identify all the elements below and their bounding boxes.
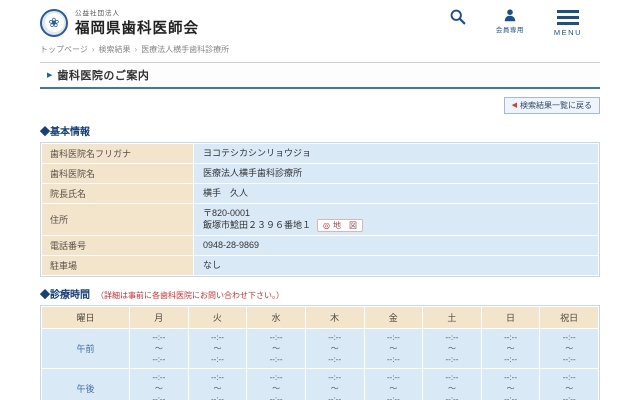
column-header: 木 [304, 305, 365, 329]
column-header: 日 [480, 305, 541, 329]
org-logo-icon: ❀ [40, 8, 68, 37]
row-label-afternoon: 午後 [41, 367, 130, 400]
basic-info-heading: ◆基本情報 [40, 126, 90, 138]
postal-code: 〒820-0001 [203, 207, 251, 218]
hours-cell: --:-- ～ --:-- [304, 367, 365, 400]
member-person-icon [504, 9, 516, 22]
breadcrumb-home[interactable]: トップページ [40, 44, 88, 55]
hours-cell: --:-- ～ --:-- [129, 327, 189, 369]
member-area-label: 会員専用 [495, 27, 524, 34]
org-name-title: 福岡県歯科医師会 [75, 21, 199, 37]
hours-cell: --:-- ～ --:-- [129, 367, 189, 400]
row-label: 歯科医院名フリガナ [41, 142, 194, 164]
back-to-results-button[interactable]: ◀ 検索結果一覧に戻る [503, 96, 600, 114]
menu-button[interactable]: MENU [554, 8, 582, 37]
hamburger-menu-icon [556, 8, 579, 25]
page-container: ❀ 公益社団法人 福岡県歯科医師会 会員専用 MENU トップページ › 検索結… [40, 0, 600, 400]
map-button[interactable]: ◎ 地 図 [317, 218, 363, 232]
hours-cell: --:-- ～ --:-- [480, 367, 541, 400]
back-button-row: ◀ 検索結果一覧に戻る [40, 94, 600, 114]
table-row: 歯科医院名 医療法人横手歯科診療所 [41, 162, 599, 184]
street-address: 飯塚市鯰田２３９６番地１ [203, 220, 312, 230]
clinic-furigana-value: ヨコテシカシンリョウジョ [193, 142, 599, 164]
table-row: 住所 〒820-0001 飯塚市鯰田２３９６番地１ ◎ 地 図 [41, 202, 599, 236]
page-title-bar: ▶ 歯科医院のご案内 [40, 62, 600, 89]
address-value: 〒820-0001 飯塚市鯰田２３９６番地１ ◎ 地 図 [193, 202, 599, 236]
row-label: 院長氏名 [41, 182, 194, 204]
hours-cell: --:-- ～ --:-- [187, 367, 248, 400]
site-header: ❀ 公益社団法人 福岡県歯科医師会 会員専用 MENU [40, 0, 600, 38]
basic-info-table: 歯科医院名フリガナ ヨコテシカシンリョウジョ 歯科医院名 医療法人横手歯科診療所… [40, 141, 600, 277]
morning-hours-row: 午前 --:-- ～ --:-- --:-- ～ --:-- --:-- ～ -… [41, 327, 599, 369]
hours-header-row: 曜日 月 火 水 木 金 土 日 祝日 [41, 305, 599, 329]
brand-text: 公益社団法人 福岡県歯科医師会 [75, 7, 199, 38]
map-button-label: 地 図 [333, 220, 357, 230]
column-header: 水 [246, 305, 306, 329]
member-area-button[interactable]: 会員専用 [496, 8, 524, 34]
search-icon [450, 9, 466, 25]
org-type-label: 公益社団法人 [75, 10, 120, 17]
row-label: 電話番号 [41, 234, 194, 256]
phone-number-value: 0948-28-9869 [193, 234, 599, 256]
column-header: 火 [187, 305, 248, 329]
afternoon-hours-row: 午後 --:-- ～ --:-- --:-- ～ --:-- --:-- ～ -… [41, 367, 599, 400]
row-label: 歯科医院名 [41, 162, 194, 184]
director-name-value: 横手 久人 [193, 182, 599, 204]
column-header: 土 [422, 305, 482, 329]
menu-label: MENU [553, 28, 582, 37]
brand-home-link[interactable]: ❀ 公益社団法人 福岡県歯科医師会 [40, 7, 199, 38]
table-row: 駐車場 なし [41, 254, 599, 276]
hours-cell: --:-- ～ --:-- [246, 327, 306, 369]
hours-note: （詳細は事前に各歯科医院にお問い合わせ下さい。） [96, 290, 284, 300]
map-target-icon: ◎ [323, 220, 330, 230]
breadcrumb: トップページ › 検索結果 › 医療法人横手歯科診療所 [40, 44, 600, 55]
clinic-name-value: 医療法人横手歯科診療所 [193, 162, 599, 184]
column-header: 金 [363, 305, 424, 329]
hours-cell: --:-- ～ --:-- [187, 327, 248, 369]
hours-cell: --:-- ～ --:-- [539, 367, 599, 400]
hours-cell: --:-- ～ --:-- [363, 327, 424, 369]
breadcrumb-current-page: 医療法人横手歯科診療所 [141, 45, 230, 54]
column-header: 曜日 [41, 305, 130, 329]
row-label-morning: 午前 [41, 327, 130, 369]
hours-cell: --:-- ～ --:-- [539, 327, 599, 369]
hours-cell: --:-- ～ --:-- [422, 367, 482, 400]
back-arrow-icon: ◀ [511, 102, 517, 109]
hours-cell: --:-- ～ --:-- [304, 327, 365, 369]
page-title: 歯科医院のご案内 [57, 70, 150, 82]
row-label: 駐車場 [41, 254, 194, 276]
header-nav: 会員専用 MENU [449, 8, 582, 37]
parking-value: なし [193, 254, 599, 276]
table-row: 歯科医院名フリガナ ヨコテシカシンリョウジョ [41, 142, 599, 164]
basic-info-section-head: ◆基本情報 [40, 123, 600, 138]
hours-cell: --:-- ～ --:-- [480, 327, 541, 369]
hours-cell: --:-- ～ --:-- [246, 367, 306, 400]
column-header: 祝日 [539, 305, 599, 329]
table-row: 院長氏名 横手 久人 [41, 182, 599, 204]
row-label: 住所 [41, 202, 194, 236]
breadcrumb-separator-icon: › [134, 45, 138, 54]
search-button[interactable] [449, 8, 466, 25]
hours-cell: --:-- ～ --:-- [363, 367, 424, 400]
column-header: 月 [129, 305, 189, 329]
title-arrow-icon: ▶ [47, 72, 53, 79]
table-row: 電話番号 0948-28-9869 [41, 234, 599, 256]
hours-table: 曜日 月 火 水 木 金 土 日 祝日 午前 --:-- ～ --:-- --:… [40, 304, 600, 400]
back-button-label: 検索結果一覧に戻る [520, 100, 592, 110]
hours-heading: ◆診療時間 [40, 289, 90, 301]
breadcrumb-separator-icon: › [91, 45, 95, 54]
hours-section-head: ◆診療時間 （詳細は事前に各歯科医院にお問い合わせ下さい。） [40, 286, 600, 301]
breadcrumb-search-results[interactable]: 検索結果 [99, 44, 131, 55]
hours-cell: --:-- ～ --:-- [422, 327, 482, 369]
flower-emblem-icon: ❀ [48, 15, 60, 30]
